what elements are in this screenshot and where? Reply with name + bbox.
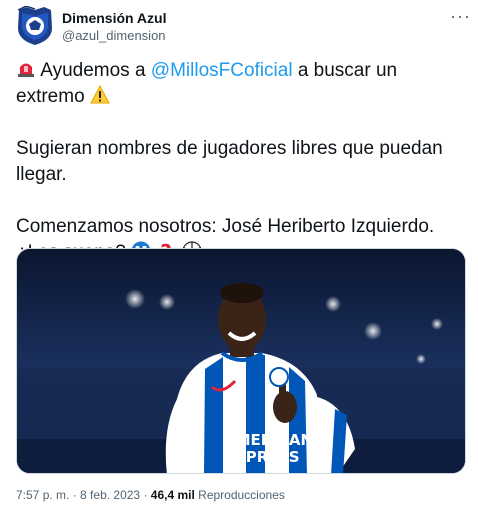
avatar[interactable] xyxy=(16,6,54,46)
views-label: Reproducciones xyxy=(194,488,285,502)
warning-icon xyxy=(90,84,110,105)
mention-link[interactable]: @MillosFCoficial xyxy=(151,60,293,81)
text-segment: Ayudemos a xyxy=(40,60,151,81)
player-photo: AMERICAN EXPRESS xyxy=(17,249,465,473)
paragraph-3-line1: Comenzamos nosotros: José Heriberto Izqu… xyxy=(16,216,435,237)
siren-icon xyxy=(16,59,36,79)
tweet-card: Dimensión Azul @azul_dimension ··· Ayude… xyxy=(0,0,478,520)
jersey-sponsor-line2: EXPRESS xyxy=(224,448,300,466)
tweet-date[interactable]: 8 feb. 2023 xyxy=(80,488,140,502)
view-count: 46,4 mil xyxy=(150,488,195,502)
more-options-icon[interactable]: ··· xyxy=(450,6,471,27)
separator: · xyxy=(140,488,151,502)
separator: · xyxy=(69,488,81,502)
display-name[interactable]: Dimensión Azul xyxy=(62,10,167,26)
account-handle[interactable]: @azul_dimension xyxy=(62,28,166,43)
tweet-photo[interactable]: AMERICAN EXPRESS xyxy=(16,248,466,474)
jersey-sponsor-line1: AMERICAN xyxy=(224,431,313,449)
paragraph-2: Sugieran nombres de jugadores libres que… xyxy=(16,138,443,185)
tweet-meta: 7:57 p. m. · 8 feb. 2023 · 46,4 mil Repr… xyxy=(16,488,285,502)
tweet-time[interactable]: 7:57 p. m. xyxy=(16,488,69,502)
tweet-text: Ayudemos a @MillosFCoficial a buscar un … xyxy=(16,58,462,266)
